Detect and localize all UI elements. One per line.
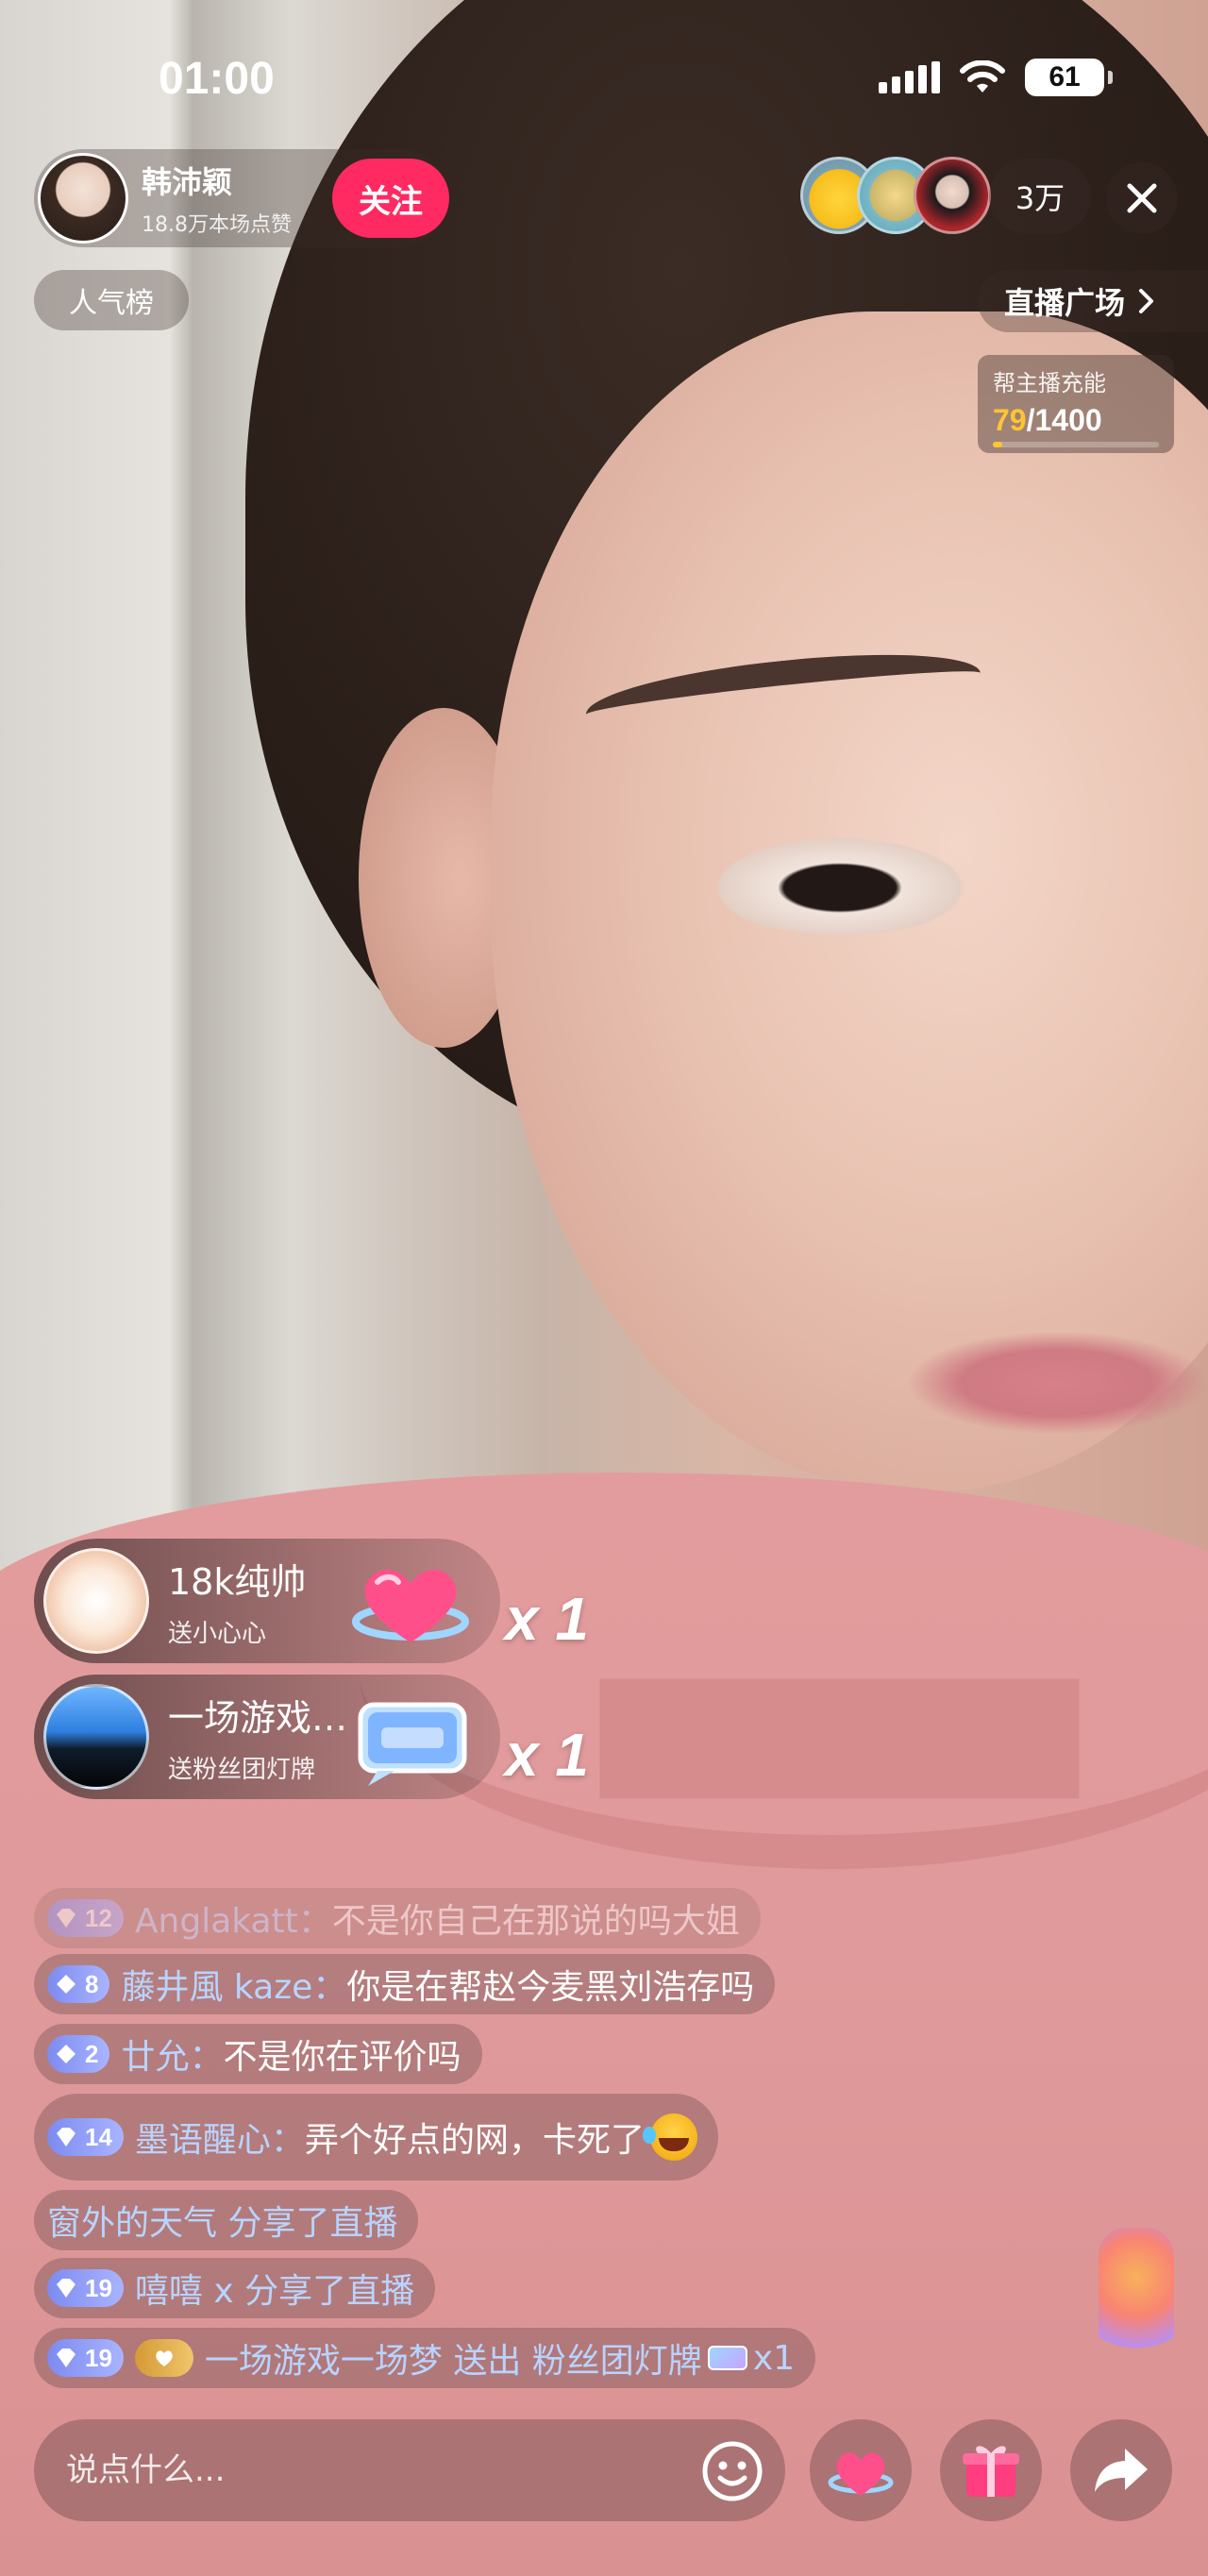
charge-progress-bar <box>993 442 1159 447</box>
gift-sender-name: 一场游戏… <box>168 1697 348 1739</box>
chat-system-message[interactable]: 19 嘻嘻 x 分享了直播 <box>34 2258 436 2318</box>
video-eye <box>698 831 982 934</box>
share-notice-text: 嘻嘻 x 分享了直播 <box>134 2272 415 2311</box>
user-level-badge: 2 <box>47 2035 110 2073</box>
chat-username[interactable]: 墨语醒心： <box>135 2113 305 2162</box>
gift-text: 一场游戏… 送粉丝团灯牌 <box>168 1689 347 1785</box>
charge-current: 79 <box>993 403 1027 437</box>
fan-club-heart-badge <box>134 2339 193 2377</box>
share-button[interactable] <box>1070 2419 1172 2521</box>
user-level: 14 <box>85 2122 112 2151</box>
like-button[interactable] <box>810 2419 912 2521</box>
diamond-icon <box>57 1975 76 1994</box>
gift-notice-text: 一场游戏一场梦 送出 粉丝团灯牌 <box>204 2342 702 2381</box>
user-level: 8 <box>85 1969 99 1998</box>
chat-text: 不是你自己在那说的吗大姐 <box>331 1902 740 1941</box>
diamond-icon <box>57 2279 76 2298</box>
chat-text: 不是你在评价吗 <box>223 2038 461 2077</box>
chat-username[interactable]: 廿允： <box>121 2029 223 2079</box>
gift-sender-avatar[interactable] <box>43 1684 149 1790</box>
chat-message[interactable]: 8 藤井風 kaze： 你是在帮赵今麦黑刘浩存吗 <box>34 1954 776 2014</box>
gift-notice-count: x1 <box>752 2338 796 2378</box>
diamond-icon <box>57 2128 76 2147</box>
fan-club-light-icon <box>707 2346 747 2370</box>
chat-system-message[interactable]: 窗外的天气 分享了直播 <box>34 2190 419 2250</box>
chevron-right-icon <box>1139 289 1154 313</box>
popularity-ranking-button[interactable]: 人气榜 <box>34 270 189 330</box>
user-level-badge: 19 <box>47 2269 124 2307</box>
smiley-icon[interactable] <box>700 2439 764 2503</box>
video-lips <box>906 1331 1208 1435</box>
cellular-signal-icon <box>879 61 940 93</box>
gift-box-icon <box>963 2446 1019 2497</box>
chat-username[interactable]: Anglakatt： <box>135 1894 332 1943</box>
laughing-crying-emoji-icon <box>642 2113 697 2161</box>
host-avatar[interactable] <box>38 153 128 244</box>
gift-action: 送小心心 <box>168 1620 267 1648</box>
gift-action: 送粉丝团灯牌 <box>168 1756 316 1784</box>
user-level-badge: 8 <box>47 1965 110 2003</box>
close-button[interactable] <box>1106 162 1178 234</box>
charge-progress-fill <box>993 442 1002 447</box>
user-level-badge: 19 <box>47 2339 124 2377</box>
host-info: 韩沛颖 18.8万本场点赞 <box>142 159 292 238</box>
comment-input[interactable] <box>34 2419 785 2521</box>
chat-system-message[interactable]: 19 一场游戏一场梦 送出 粉丝团灯牌 x1 <box>34 2328 816 2388</box>
diamond-icon <box>57 2045 76 2063</box>
gift-count: x 1 <box>505 1721 589 1789</box>
chat-message[interactable]: 2 廿允： 不是你在评价吗 <box>34 2024 482 2084</box>
live-plaza-label: 直播广场 <box>1004 285 1126 321</box>
gift-text: 18k纯帅 送小心心 <box>168 1553 306 1649</box>
chat-message[interactable]: 12 Anglakatt： 不是你自己在那说的吗大姐 <box>34 1888 761 1948</box>
wifi-icon <box>960 60 1005 93</box>
share-notice-text: 窗外的天气 分享了直播 <box>47 2204 398 2243</box>
activity-pendant-icon[interactable] <box>1099 2228 1174 2369</box>
top-viewers[interactable] <box>800 157 991 234</box>
diamond-icon <box>57 2349 76 2367</box>
user-level-badge: 12 <box>47 1899 124 1937</box>
gift-button[interactable] <box>940 2419 1042 2521</box>
viewer-count[interactable]: 3万 <box>989 159 1091 234</box>
host-name: 韩沛颖 <box>142 164 233 200</box>
charge-title: 帮主播充能 <box>993 370 1106 396</box>
fan-club-light-badge-icon <box>358 1702 467 1786</box>
share-arrow-icon <box>1095 2449 1148 2492</box>
host-likes: 18.8万本场点赞 <box>142 213 292 237</box>
follow-button[interactable]: 关注 <box>332 159 449 238</box>
chat-message[interactable]: 14 墨语醒心： 弄个好点的网，卡死了 <box>34 2094 718 2180</box>
close-icon <box>1127 183 1157 213</box>
user-level: 19 <box>85 2273 112 2302</box>
user-level: 12 <box>85 1903 112 1932</box>
live-plaza-button[interactable]: 直播广场 <box>978 270 1208 332</box>
chat-text: 你是在帮赵今麦黑刘浩存吗 <box>346 1968 755 2007</box>
heart-gift-icon <box>352 1570 469 1642</box>
heart-icon <box>828 2452 894 2496</box>
user-level: 19 <box>85 2343 112 2372</box>
gift-sender-avatar[interactable] <box>43 1548 149 1654</box>
charge-value: 79/1400 <box>993 403 1159 438</box>
heart-icon <box>156 2350 173 2366</box>
gift-sender-name: 18k纯帅 <box>168 1561 307 1603</box>
status-time: 01:00 <box>159 54 275 104</box>
diamond-icon <box>57 1909 76 1928</box>
chat-text: 弄个好点的网，卡死了 <box>304 2121 645 2160</box>
host-charge-card[interactable]: 帮主播充能 79/1400 <box>978 355 1174 453</box>
viewer-avatar[interactable] <box>914 157 991 234</box>
gift-count: x 1 <box>505 1585 589 1653</box>
charge-total: 1400 <box>1034 403 1102 437</box>
status-icons: 61 <box>879 59 1113 96</box>
chat-username[interactable]: 藤井風 kaze： <box>121 1960 346 2009</box>
user-level: 2 <box>85 2039 99 2068</box>
battery-indicator: 61 <box>1025 59 1113 96</box>
user-level-badge: 14 <box>47 2118 124 2156</box>
